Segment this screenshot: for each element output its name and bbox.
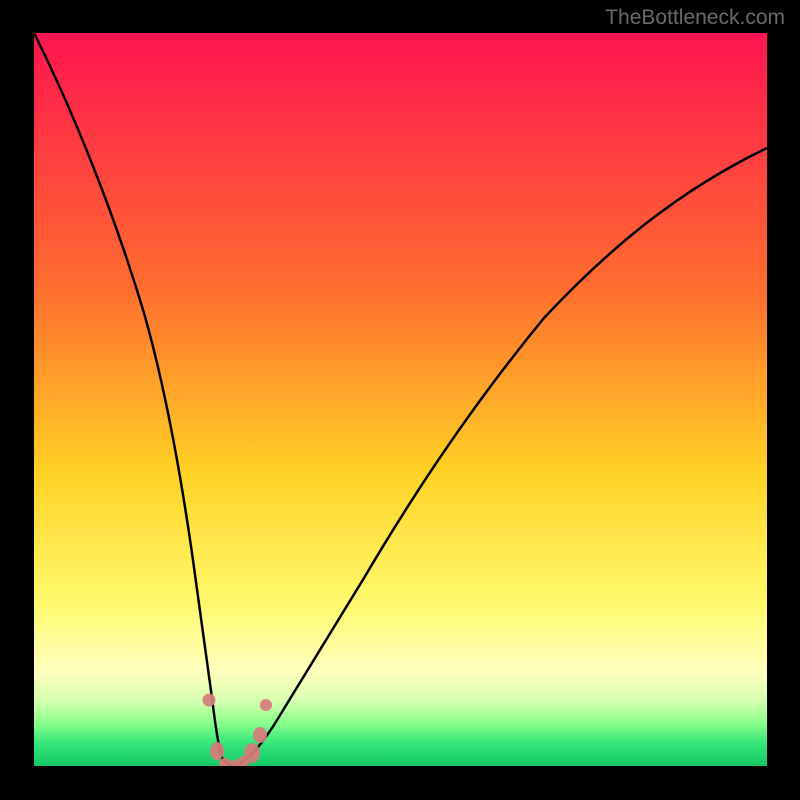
watermark-text: TheBottleneck.com (605, 6, 785, 30)
chart-plot-area (34, 33, 767, 766)
chart-svg (34, 33, 767, 766)
gradient-background (34, 33, 767, 766)
chart-container: TheBottleneck.com (0, 0, 800, 800)
